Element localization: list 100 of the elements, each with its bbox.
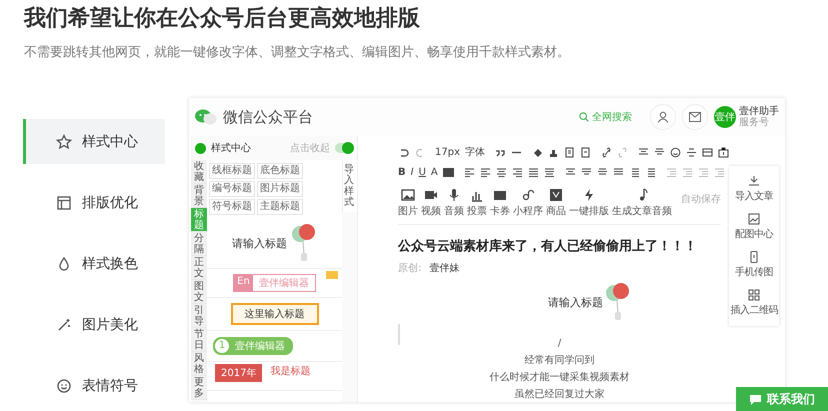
filter-chip[interactable]: 编号标题 [209,181,255,197]
page-subheading: 不需要跳转其他网页，就能一键修改字体、调整文字格式、编辑图片、畅享使用千款样式素材。 [24,45,571,61]
toolbar-button[interactable]: 投票 [467,188,487,218]
banner-text: 壹伴编辑器 [258,276,310,291]
side-tool-button[interactable]: 导入文章 [729,170,779,208]
toolbar-button[interactable]: 音频 [444,188,464,218]
filter-chip[interactable]: 线框标题 [209,163,255,179]
align-icon[interactable] [544,166,555,178]
balloon-drawing [291,223,317,263]
toolbar-button[interactable]: 图片 [398,188,418,218]
category-tab[interactable]: 更多 [191,376,207,400]
list-icon[interactable] [580,166,592,178]
ribbon-title: 这里输入标题 [230,303,318,325]
format-button[interactable]: I [410,166,414,178]
filter-chip[interactable]: 主题标题 [257,199,303,215]
category-tab[interactable]: 图文 [191,280,207,304]
layout-icon [56,194,72,210]
page-heading: 我们希望让你在公众号后台更高效地排版 [24,4,421,33]
align-icon[interactable] [512,166,523,178]
category-tab[interactable]: 背景 [191,184,207,208]
font-size-dropdown[interactable]: 17px [435,146,460,158]
side-tool-button[interactable]: 手机传图 [729,246,779,284]
account-type: 服务号 [739,117,770,128]
style-preview[interactable]: 请输入标题 [207,218,342,269]
align-icon[interactable] [464,166,475,178]
number-badge: 1 [213,337,231,355]
lightning-icon [582,188,596,202]
category-tab[interactable]: 节日 [191,328,207,352]
spacing-icon[interactable] [654,146,665,158]
wand-icon [56,316,72,332]
phone-icon [748,251,760,263]
user-icon [657,111,669,123]
collapse-label: 点击收起 [290,142,330,155]
year-title: 我是标题 [270,364,310,378]
card-icon[interactable] [702,146,713,158]
feature-tab[interactable]: 样式中心 [23,119,165,164]
body-text: 经常有同学问到 [524,355,596,366]
feature-tab[interactable]: 排版优化 [23,180,165,225]
toggle-switch[interactable] [335,143,353,153]
side-tool-button[interactable]: 插入二维码 [729,284,779,322]
list-icon[interactable] [612,166,624,178]
undo-icon[interactable] [398,146,409,158]
body-text: 虽然已经回复过大家 [514,389,606,400]
panel-logo-icon [195,142,206,154]
font-dropdown[interactable]: 字体 [465,145,485,159]
toolbar-button[interactable]: 商品 [546,188,566,218]
banner-badge: En [234,275,253,291]
category-tab[interactable]: 正文 [191,256,207,280]
document-icon[interactable] [580,146,591,158]
import-styles-tab[interactable]: 导入样式 [342,160,357,212]
align-icon[interactable] [496,166,507,178]
toolbar-button[interactable]: 生成文章音频 [612,188,672,218]
filter-chip[interactable]: 底色标题 [257,163,303,179]
side-tool-button[interactable]: 配图中心 [729,208,779,246]
strikethrough-icon[interactable] [686,146,697,158]
list-icon[interactable] [596,166,608,178]
feature-tab[interactable]: 表情符号 [23,363,165,408]
category-tab[interactable]: 收藏 [191,160,207,184]
toolbar-button[interactable]: 视频 [421,188,441,218]
filter-chip[interactable]: 符号标题 [209,199,255,215]
image-caption: 请输入标题 [548,294,603,310]
category-tab[interactable]: 分隔 [191,232,207,256]
spacing-icon[interactable] [638,146,649,158]
account-name: 壹伴助手 [739,106,779,117]
list-icon[interactable] [564,166,576,178]
author-name: 壹伴妹 [429,262,460,275]
grid-icon [748,289,760,301]
article-title: 公众号云端素材库来了，有人已经偷偷用上了！！！ [398,238,698,255]
format-button[interactable]: U [418,166,426,178]
chat-icon [749,394,762,404]
style-preview[interactable]: 2017年 我是标题 [207,362,342,391]
link-icon[interactable] [601,146,612,158]
format-button[interactable]: A [430,166,438,178]
year-badge: 2017年 [215,364,262,382]
toolbar-button[interactable]: 卡券 [490,188,510,218]
chat-bubbles-icon [195,108,217,126]
smiley-icon [56,378,72,394]
align-icon[interactable] [480,166,491,178]
user-button[interactable] [650,104,676,130]
account-avatar: 壹伴 [714,106,736,128]
align-icon[interactable] [528,166,539,178]
mail-button[interactable] [682,104,708,130]
category-tab[interactable]: 引导 [191,304,207,328]
style-preview[interactable]: 这里输入标题 [207,298,342,331]
feature-tab[interactable]: 图片美化 [23,302,165,347]
feature-tab[interactable]: 样式换色 [23,241,165,286]
card-icon [493,188,507,202]
byline-label: 原创: [398,262,422,275]
preview-title: 请输入标题 [232,236,287,250]
toolbar-button[interactable]: 小程序 [513,188,543,218]
smiley-icon[interactable] [670,146,681,158]
toolbar-button[interactable]: 一键排版 [569,188,609,218]
panel-title: 样式中心 [211,142,251,155]
format-button[interactable]: B [398,166,406,178]
filter-chip[interactable]: 图片标题 [257,181,303,197]
microphone-icon [447,188,461,202]
document-icon[interactable] [564,146,575,158]
category-tab[interactable]: 风格 [191,352,207,376]
body-text: / [556,338,562,349]
download-icon [748,175,760,187]
